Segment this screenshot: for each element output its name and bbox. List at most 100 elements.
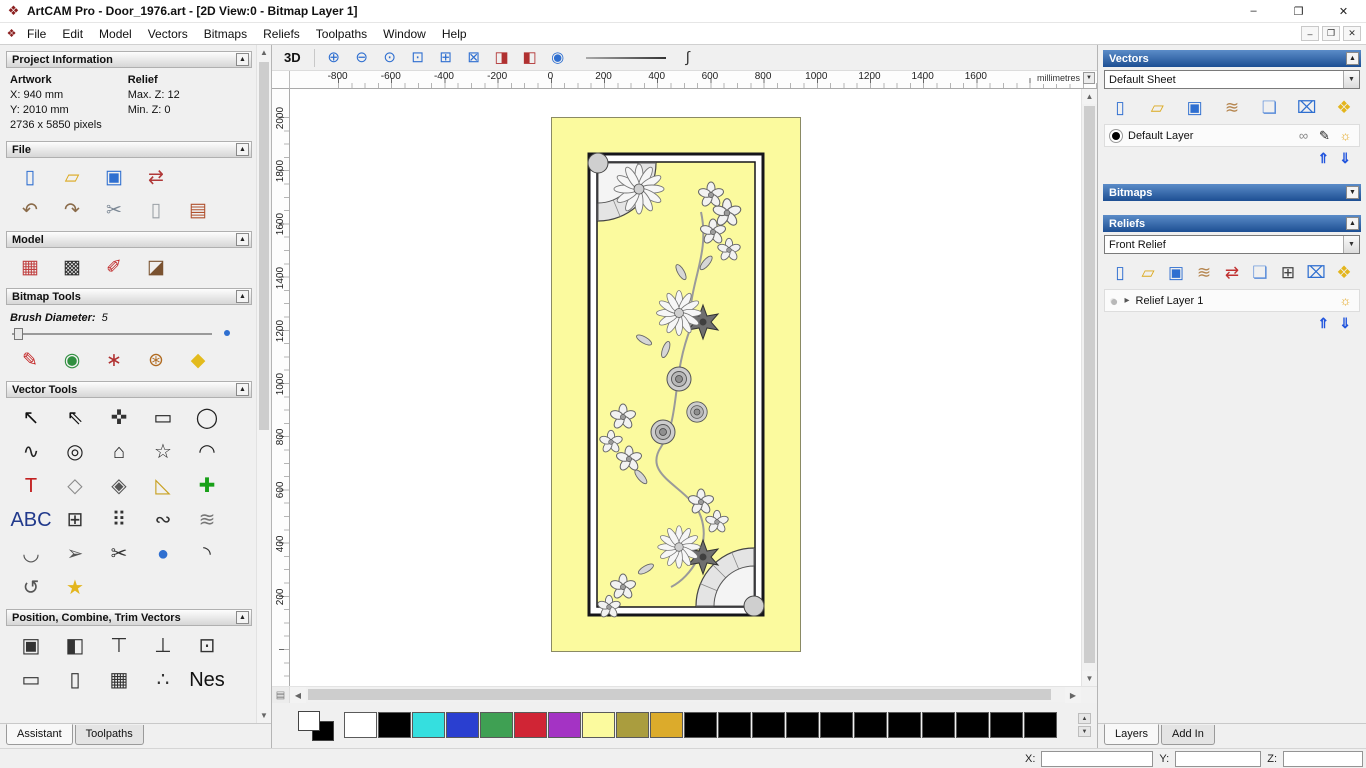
sheet-select[interactable]: Default Sheet ▼ [1104, 70, 1360, 89]
distribute-horizontal-icon[interactable]: ▭ [14, 663, 48, 697]
node-editing-icon[interactable]: ⇖ [58, 401, 92, 435]
greyscale-model-icon[interactable]: ▩ [58, 254, 86, 280]
distribute-vertical-icon[interactable]: ▯ [58, 663, 92, 697]
wizard-star-icon[interactable]: ★ [58, 571, 92, 605]
paste-icon[interactable]: ▯ [142, 197, 170, 223]
collapse-icon[interactable]: ▲ [236, 383, 249, 396]
collapse-icon[interactable]: ▲ [236, 233, 249, 246]
menu-vectors[interactable]: Vectors [140, 24, 196, 44]
z-coordinate-field[interactable] [1283, 750, 1363, 767]
weld-vectors-icon[interactable]: ↺ [14, 571, 48, 605]
open-vector-layer-icon[interactable]: ▱ [1144, 95, 1170, 119]
create-arc-icon[interactable]: ◠ [190, 435, 224, 469]
color-swatch[interactable] [990, 712, 1023, 738]
notes-icon[interactable]: ▤ [184, 197, 212, 223]
section-header-file[interactable]: File ▲ [6, 141, 252, 158]
delete-layer-icon[interactable]: ⌧ [1294, 95, 1320, 119]
move-layer-up-icon[interactable]: ⇑ [1318, 150, 1330, 167]
expander-icon[interactable]: ▸ [1124, 295, 1129, 306]
toggle-all-layers-icon[interactable]: ❖ [1331, 95, 1357, 119]
tab-add-in[interactable]: Add In [1161, 725, 1215, 745]
toggle-bitmap-visibility-icon[interactable]: ◨ [490, 47, 514, 69]
new-sheet-icon[interactable]: ❏ [1256, 95, 1282, 119]
spray-brush-icon[interactable]: ∗ [100, 347, 128, 373]
units-dropdown-icon[interactable]: ▼ [1083, 72, 1095, 84]
center-in-page-icon[interactable]: ▣ [14, 629, 48, 663]
color-swatch[interactable] [922, 712, 955, 738]
section-header-vector-tools[interactable]: Vector Tools ▲ [6, 381, 252, 398]
create-polyline-icon[interactable]: ∿ [14, 435, 48, 469]
toggle-relief-layers-icon[interactable]: ❖ [1331, 260, 1357, 284]
menu-file[interactable]: File [19, 24, 54, 44]
color-swatch[interactable] [752, 712, 785, 738]
color-swatch[interactable] [412, 712, 445, 738]
scrollbar-thumb[interactable] [259, 62, 269, 430]
color-swatch[interactable] [956, 712, 989, 738]
color-swatch[interactable] [616, 712, 649, 738]
section-header-reliefs[interactable]: Reliefs ▲ [1103, 215, 1361, 232]
nest-vectors-icon[interactable]: Nes [189, 663, 225, 697]
vector-doctor-icon[interactable]: ➢ [58, 537, 92, 571]
scrollbar-track[interactable] [306, 687, 1065, 702]
create-polygon-icon[interactable]: ⌂ [102, 435, 136, 469]
minimize-button[interactable]: – [1231, 0, 1276, 22]
color-swatch[interactable] [344, 712, 377, 738]
tab-layers[interactable]: Layers [1104, 724, 1160, 745]
collapse-icon[interactable]: ▲ [236, 611, 249, 624]
color-swatch[interactable] [480, 712, 513, 738]
section-header-project-information[interactable]: Project Information ▲ [6, 51, 252, 68]
create-circle-icon[interactable]: ◯ [190, 401, 224, 435]
color-swatch[interactable] [650, 712, 683, 738]
merge-layers-icon[interactable]: ≋ [1219, 95, 1245, 119]
assistant-scrollbar[interactable]: ▲ ▼ [256, 45, 271, 723]
move-layer-down-icon[interactable]: ⇓ [1339, 150, 1351, 167]
move-layer-down-icon[interactable]: ⇓ [1339, 315, 1351, 332]
extrude-tool-icon[interactable]: ● [146, 537, 180, 571]
open-model-icon[interactable]: ▱ [58, 164, 86, 190]
scrollbar-track[interactable] [1082, 104, 1097, 671]
layer-visibility-icon[interactable]: ☼ [1337, 292, 1354, 309]
save-relief-icon[interactable]: ▣ [1163, 260, 1189, 284]
brush-stroke-preview[interactable] [585, 56, 674, 59]
paint-palette-icon[interactable]: ⊛ [142, 347, 170, 373]
relief-select[interactable]: Front Relief ▼ [1104, 235, 1360, 254]
profile-curve-icon[interactable]: ∫ [676, 47, 700, 69]
transfer-relief-icon[interactable]: ⇄ [1219, 260, 1245, 284]
align-left-icon[interactable]: ◧ [58, 629, 92, 663]
menu-bitmaps[interactable]: Bitmaps [196, 24, 255, 44]
slider-thumb[interactable] [14, 328, 23, 340]
layer-color-swatch[interactable] [1110, 129, 1122, 142]
color-swatch[interactable] [820, 712, 853, 738]
menu-toolpaths[interactable]: Toolpaths [308, 24, 375, 44]
chevron-down-icon[interactable]: ▼ [1343, 71, 1359, 88]
layer-name[interactable]: Default Layer [1128, 130, 1193, 142]
zoom-in-icon[interactable]: ⊕ [322, 47, 346, 69]
block-copy-icon[interactable]: ⠿ [102, 503, 136, 537]
color-swatch[interactable] [514, 712, 547, 738]
sheet-navigation-icon[interactable]: ▤ [272, 687, 290, 703]
primary-secondary-swatch[interactable] [298, 709, 336, 741]
new-relief-layer-icon[interactable]: ▯ [1107, 260, 1133, 284]
simulate-view-icon[interactable]: ◉ [546, 47, 570, 69]
fit-arcs-icon[interactable]: ≋ [190, 503, 224, 537]
transform-vectors-icon[interactable]: ✜ [102, 401, 136, 435]
save-model-icon[interactable]: ▣ [100, 164, 128, 190]
color-swatch[interactable] [1024, 712, 1057, 738]
x-coordinate-field[interactable] [1041, 750, 1154, 767]
close-button[interactable]: ✕ [1321, 0, 1366, 22]
section-header-position-combine-trim[interactable]: Position, Combine, Trim Vectors ▲ [6, 609, 252, 626]
color-swatch[interactable] [684, 712, 717, 738]
menu-help[interactable]: Help [434, 24, 475, 44]
zoom-1to1-icon[interactable]: ⊙ [378, 47, 402, 69]
select-vectors-icon[interactable]: ↖ [14, 401, 48, 435]
copy-along-curve-icon[interactable]: ∾ [146, 503, 180, 537]
collapse-icon[interactable]: ▲ [1346, 52, 1359, 65]
paint-brush-icon[interactable]: ✎ [16, 347, 44, 373]
scroll-down-icon[interactable]: ▼ [1082, 671, 1097, 686]
brush-diameter-slider[interactable] [12, 326, 240, 342]
horizontal-scrollbar[interactable]: ▤ ◀ ▶ [272, 686, 1097, 703]
section-header-model[interactable]: Model ▲ [6, 231, 252, 248]
zoom-out-icon[interactable]: ⊖ [350, 47, 374, 69]
scroll-up-icon[interactable]: ▲ [1082, 89, 1097, 104]
child-minimize-button[interactable]: – [1301, 26, 1319, 41]
